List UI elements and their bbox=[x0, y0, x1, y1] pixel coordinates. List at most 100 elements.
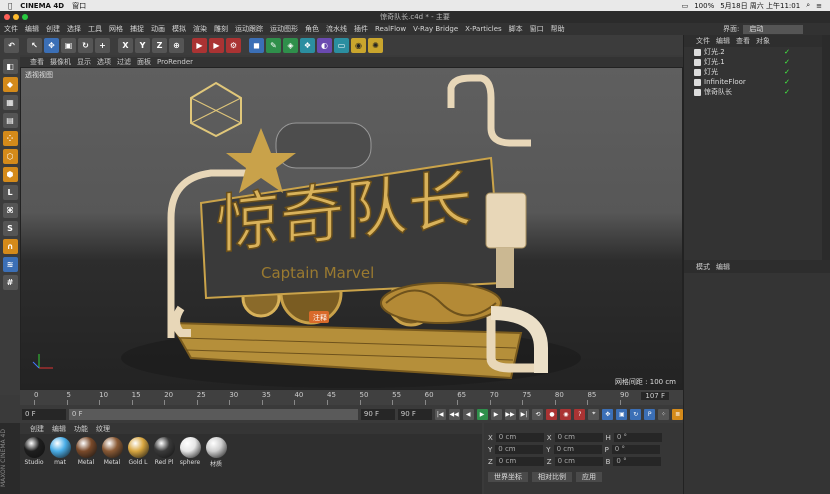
floor-icon[interactable]: ▭ bbox=[334, 37, 349, 53]
axis-y-button[interactable]: Y bbox=[135, 37, 150, 53]
loop-icon[interactable]: ⟲ bbox=[532, 408, 544, 420]
object-row[interactable]: 灯光 ✓ bbox=[684, 67, 830, 77]
coordinate-system-icon[interactable]: ⊕ bbox=[169, 37, 184, 53]
camera-icon[interactable]: ◉ bbox=[351, 37, 366, 53]
axis-x-button[interactable]: X bbox=[118, 37, 133, 53]
object-row[interactable]: 惊奇队长 ✓ bbox=[684, 87, 830, 97]
points-mode-icon[interactable]: ⁘ bbox=[2, 131, 18, 146]
visible-check-icon[interactable]: ✓ bbox=[784, 58, 790, 66]
go-start-icon[interactable]: |◀ bbox=[434, 408, 446, 420]
point-level-icon[interactable]: ⁘ bbox=[658, 408, 670, 420]
zoom-button[interactable] bbox=[22, 14, 28, 20]
menu-item[interactable]: 动画 bbox=[151, 24, 165, 34]
render-settings-icon[interactable]: ⚙ bbox=[226, 37, 241, 53]
record-icon[interactable]: ● bbox=[546, 408, 558, 420]
menu-item[interactable]: 模拟 bbox=[172, 24, 186, 34]
material-menu-item[interactable]: 创建 bbox=[30, 424, 44, 434]
autokey-icon[interactable]: ◉ bbox=[560, 408, 572, 420]
visible-check-icon[interactable]: ✓ bbox=[784, 68, 790, 76]
object-menu-item[interactable]: 对象 bbox=[756, 36, 770, 46]
viewport-menu-item[interactable]: 摄像机 bbox=[50, 57, 71, 67]
magnet-icon[interactable]: ∩ bbox=[2, 239, 18, 254]
viewport-menu-item[interactable]: 查看 bbox=[30, 57, 44, 67]
layers-icon[interactable]: ≋ bbox=[2, 257, 18, 272]
workplane-icon[interactable]: ▤ bbox=[2, 113, 18, 128]
menu-item[interactable]: 插件 bbox=[354, 24, 368, 34]
material-swatch[interactable]: 材质 bbox=[205, 437, 227, 491]
viewport-menu-item[interactable]: 选项 bbox=[97, 57, 111, 67]
menu-item[interactable]: 运动图形 bbox=[270, 24, 298, 34]
menu-list-icon[interactable]: ≡ bbox=[816, 2, 822, 10]
menu-item[interactable]: V-Ray Bridge bbox=[413, 25, 458, 33]
deformer-icon[interactable]: ◐ bbox=[317, 37, 332, 53]
cube-icon[interactable]: ◼ bbox=[249, 37, 264, 53]
texture-mode-icon[interactable]: ▦ bbox=[2, 95, 18, 110]
pen-icon[interactable]: ✎ bbox=[266, 37, 281, 53]
material-menu-item[interactable]: 功能 bbox=[74, 424, 88, 434]
timeline-icon[interactable]: ≣ bbox=[672, 408, 684, 420]
move-icon[interactable]: ✥ bbox=[44, 37, 59, 53]
battery-icon[interactable]: ▭ bbox=[682, 2, 689, 10]
menu-item[interactable]: 运动跟踪 bbox=[235, 24, 263, 34]
position-field[interactable]: 0 cm bbox=[495, 433, 544, 442]
viewport-perspective[interactable]: 透视视图 惊奇队长 Captain Marvel 注释 网格间距: 100 c… bbox=[20, 67, 683, 390]
material-swatch[interactable]: mat bbox=[49, 437, 71, 491]
rotate-icon[interactable]: ↻ bbox=[78, 37, 93, 53]
object-menu-item[interactable]: 查看 bbox=[736, 36, 750, 46]
subdivision-icon[interactable]: ◈ bbox=[283, 37, 298, 53]
visible-check-icon[interactable]: ✓ bbox=[784, 78, 790, 86]
rotation-field[interactable]: 0 ° bbox=[611, 445, 660, 454]
annotation-tag[interactable]: 注释 bbox=[313, 313, 327, 322]
world-coordinates-select[interactable]: 世界坐标 bbox=[488, 472, 528, 482]
apply-button[interactable]: 应用 bbox=[576, 472, 602, 482]
menu-item[interactable]: 选择 bbox=[67, 24, 81, 34]
undo-icon[interactable]: ↶ bbox=[4, 37, 19, 53]
object-row[interactable]: 灯光.2 ✓ bbox=[684, 47, 830, 57]
max-frame-field[interactable]: 90 F bbox=[397, 408, 432, 420]
light-icon[interactable]: ✺ bbox=[368, 37, 383, 53]
material-swatch[interactable]: Metal bbox=[75, 437, 97, 491]
material-swatch[interactable]: sphere bbox=[179, 437, 201, 491]
menu-item[interactable]: 渲染 bbox=[193, 24, 207, 34]
attribute-menu-item[interactable]: 编辑 bbox=[716, 262, 730, 272]
size-field[interactable]: 0 cm bbox=[553, 445, 602, 454]
menu-item[interactable]: 创建 bbox=[46, 24, 60, 34]
material-swatch[interactable]: Metal bbox=[101, 437, 123, 491]
menu-item[interactable]: 流水线 bbox=[326, 24, 347, 34]
rotation-key-icon[interactable]: ↻ bbox=[630, 408, 642, 420]
search-icon[interactable]: ⌕ bbox=[806, 1, 810, 10]
right-tab-strip[interactable] bbox=[822, 35, 830, 260]
prev-frame-icon[interactable]: ◀ bbox=[462, 408, 474, 420]
go-end-icon[interactable]: ▶| bbox=[518, 408, 530, 420]
snap-icon[interactable]: S bbox=[2, 221, 18, 236]
menu-item[interactable]: X-Particles bbox=[465, 25, 501, 33]
relative-scale-select[interactable]: 相对比例 bbox=[532, 472, 572, 482]
polygons-mode-icon[interactable]: ⬢ bbox=[2, 167, 18, 182]
position-field[interactable]: 0 cm bbox=[495, 457, 544, 466]
axis-mode-icon[interactable]: L bbox=[2, 185, 18, 200]
viewport-menu-item[interactable]: 面板 bbox=[137, 57, 151, 67]
current-frame-slider[interactable]: 0 F bbox=[68, 408, 358, 420]
apple-icon[interactable]:  bbox=[8, 2, 12, 10]
material-menu-item[interactable]: 纹理 bbox=[96, 424, 110, 434]
select-arrow-icon[interactable]: ↖ bbox=[27, 37, 42, 53]
add-icon[interactable]: + bbox=[95, 37, 110, 53]
menu-item[interactable]: 脚本 bbox=[509, 24, 523, 34]
menu-item[interactable]: 雕刻 bbox=[214, 24, 228, 34]
menu-item[interactable]: 帮助 bbox=[551, 24, 565, 34]
render-picture-icon[interactable]: ▶ bbox=[209, 37, 224, 53]
viewport-menu-item[interactable]: 过滤 bbox=[117, 57, 131, 67]
position-field[interactable]: 0 cm bbox=[495, 445, 544, 454]
object-row[interactable]: InfiniteFloor ✓ bbox=[684, 77, 830, 87]
material-swatch[interactable]: Gold L bbox=[127, 437, 149, 491]
play-icon[interactable]: ▶ bbox=[476, 408, 488, 420]
scale-key-icon[interactable]: ▣ bbox=[616, 408, 628, 420]
menu-item[interactable]: 网格 bbox=[109, 24, 123, 34]
menu-item[interactable]: 捕捉 bbox=[130, 24, 144, 34]
make-editable-icon[interactable]: ◧ bbox=[2, 59, 18, 74]
clock-text[interactable]: 5月18日 周六 上午11:01 bbox=[720, 1, 800, 11]
close-button[interactable] bbox=[4, 14, 10, 20]
menu-item[interactable]: RealFlow bbox=[375, 25, 406, 33]
object-menu-item[interactable]: 编辑 bbox=[716, 36, 730, 46]
model-mode-icon[interactable]: ◆ bbox=[2, 77, 18, 92]
